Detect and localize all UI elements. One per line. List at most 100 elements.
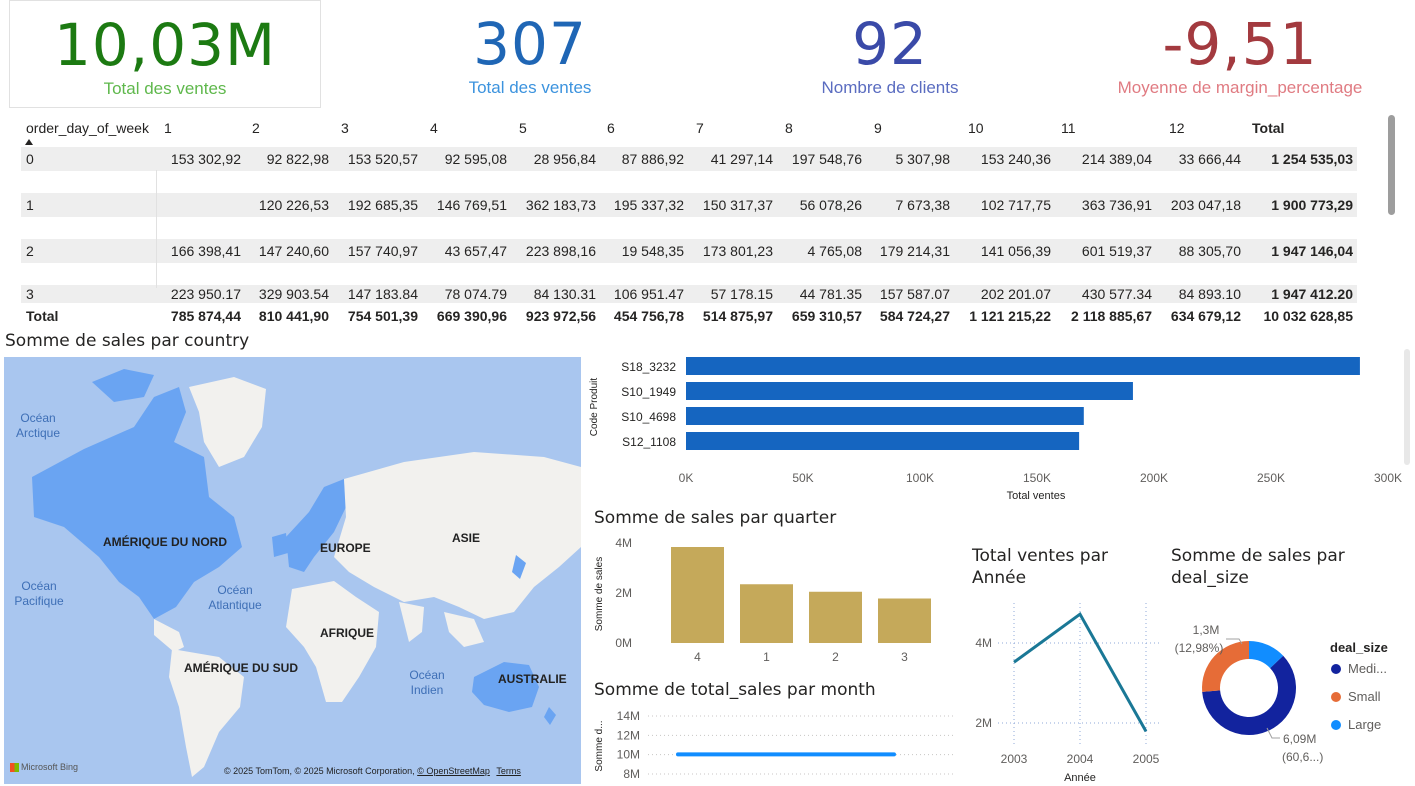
matrix-row[interactable]: 1 120 226,53 192 685,35 146 769,51 362 183,7…	[21, 193, 1357, 217]
matrix-cell: 120 226,53	[258, 197, 329, 213]
product-sales-bar-chart[interactable]: 0K 50K 100K 150K 200K 250K 300K S18_3232 S10_194…	[584, 345, 1410, 507]
matrix-cell: 88 305,70	[1178, 243, 1241, 259]
x-tick-label: 250K	[1257, 471, 1285, 485]
legend-marker[interactable]	[1331, 664, 1341, 674]
sales-matrix[interactable]: order_day_of_week 1 2 3 4 5 6 7 8 9 10 11 12 Total 0…	[21, 112, 1357, 330]
column-header-month-8[interactable]: 8	[785, 116, 793, 140]
label-asia: ASIE	[452, 531, 481, 545]
label-africa: AFRIQUE	[320, 626, 374, 640]
matrix-cell: 601 519,37	[1081, 243, 1152, 259]
bar-quarter-1[interactable]	[740, 584, 793, 643]
matrix-row[interactable]: 2 166 398,41 147 240,60 157 740,97 43 657,47…	[21, 239, 1357, 263]
australia-region[interactable]	[472, 662, 539, 712]
bar-S10_4698[interactable]	[686, 407, 1084, 425]
x-axis-title: Année	[1064, 772, 1096, 784]
month-sales-line-chart[interactable]: 8M 10M 12M 14M Somme d...	[584, 700, 964, 786]
year-sales-line-chart[interactable]: 2003 2004 2005 2M 4M Année	[964, 595, 1164, 786]
matrix-cell: 1 900 773,29	[1271, 197, 1353, 213]
kpi-label: Total des ventes	[468, 78, 592, 97]
matrix-row[interactable]: 0 153 302,92 92 822,98 153 520,57 92 595,08 2…	[21, 147, 1357, 171]
legend-marker[interactable]	[1331, 720, 1341, 730]
kpi-label: Moyenne de margin_percentage	[1117, 78, 1363, 97]
total-cell: 2 118 885,67	[1071, 308, 1152, 324]
bar-quarter-3[interactable]	[878, 598, 931, 644]
column-header-month-3[interactable]: 3	[341, 116, 349, 140]
matrix-cell: 363 736,91	[1081, 197, 1152, 213]
matrix-cell: 202 201.07	[980, 286, 1051, 302]
bar-chart-scrollbar[interactable]	[1404, 349, 1410, 465]
kpi-value: 307	[473, 10, 587, 78]
uk-region[interactable]	[272, 533, 288, 557]
column-header-month-6[interactable]: 6	[607, 116, 615, 140]
total-cell: 659 310,57	[791, 308, 862, 324]
y-tick-label: 8M	[623, 767, 640, 781]
matrix-row[interactable]: 3 223 950.17 329 903.54 147 183.84 78 074.79…	[21, 285, 1357, 303]
matrix-cell: 329 903.54	[258, 286, 329, 302]
matrix-cell: 44 781.35	[799, 286, 862, 302]
bing-logo[interactable]: Microsoft Bing	[10, 762, 78, 773]
deal-size-donut-chart[interactable]: 1,3M (12,98%) 6,09M (60,6...) deal_size Medi.…	[1164, 600, 1415, 786]
kpi-value: 10,03M	[53, 11, 277, 79]
kpi-card-total-orders[interactable]: 307 Total des ventes	[370, 0, 690, 106]
openstreetmap-link[interactable]: © OpenStreetMap	[417, 766, 490, 776]
kpi-card-margin[interactable]: -9,51 Moyenne de margin_percentage	[1080, 0, 1400, 106]
matrix-cell: 106 951.47	[613, 286, 684, 302]
x-tick-label: 0K	[679, 471, 694, 485]
kpi-value: 92	[852, 10, 928, 78]
label-australia: AUSTRALIE	[498, 672, 567, 686]
sort-ascending-icon[interactable]	[25, 139, 33, 145]
matrix-cell: 28 956,84	[533, 151, 596, 167]
sales-map[interactable]: AMÉRIQUE DU NORD EUROPE ASIE AFRIQUE AMÉ…	[4, 357, 581, 784]
legend-marker[interactable]	[1331, 692, 1341, 702]
y-tick-label: S10_4698	[621, 410, 676, 424]
kpi-card-customer-count[interactable]: 92 Nombre de clients	[730, 0, 1050, 106]
bar-S10_1949[interactable]	[686, 382, 1133, 400]
row-header[interactable]: 3	[26, 285, 34, 303]
total-cell: 584 724,27	[879, 308, 950, 324]
bar-S18_3232[interactable]	[686, 357, 1360, 375]
matrix-total-row: Total 785 874,44 810 441,90 754 501,39 669 3…	[21, 304, 1357, 328]
total-cell: 923 972,56	[525, 308, 596, 324]
new-zealand-region[interactable]	[544, 707, 556, 725]
data-label-value: 1,3M	[1193, 623, 1220, 637]
column-header-month-2[interactable]: 2	[252, 116, 260, 140]
corner-header-order-day-of-week[interactable]: order_day_of_week	[26, 116, 149, 140]
x-tick-label: 1	[763, 650, 770, 664]
matrix-cell: 92 822,98	[266, 151, 329, 167]
column-header-total[interactable]: Total	[1252, 116, 1284, 140]
column-header-month-1[interactable]: 1	[164, 116, 172, 140]
label-atlantic-ocean: Océan Atlantique	[208, 583, 262, 612]
bar-quarter-4[interactable]	[671, 547, 724, 643]
terms-link[interactable]: Terms	[496, 766, 521, 776]
column-header-month-10[interactable]: 10	[968, 116, 984, 140]
matrix-cell: 147 183.84	[347, 286, 418, 302]
bar-S12_1108[interactable]	[686, 432, 1080, 450]
matrix-cell: 150 317,37	[702, 197, 773, 213]
row-header-divider	[156, 170, 157, 288]
matrix-cell: 153 520,57	[347, 151, 418, 167]
x-axis-title: Total ventes	[1007, 490, 1066, 502]
row-header[interactable]: 1	[26, 193, 34, 217]
matrix-cell: 84 130.31	[533, 286, 596, 302]
kpi-card-total-sales[interactable]: 10,03M Total des ventes	[9, 0, 321, 108]
matrix-cell: 214 389,04	[1081, 151, 1152, 167]
x-tick-label: 200K	[1140, 471, 1168, 485]
column-header-month-4[interactable]: 4	[430, 116, 438, 140]
column-header-month-5[interactable]: 5	[519, 116, 527, 140]
row-header[interactable]: 2	[26, 239, 34, 263]
quarter-sales-bar-chart[interactable]: 0M 2M 4M 4 1 2 3 Somme de sales	[584, 530, 964, 670]
canada-arctic-region[interactable]	[92, 369, 154, 402]
kpi-value: -9,51	[1162, 10, 1318, 78]
india-region	[399, 602, 424, 642]
label-north-america: AMÉRIQUE DU NORD	[103, 535, 228, 549]
total-cell: 634 679,12	[1170, 308, 1241, 324]
column-header-month-9[interactable]: 9	[874, 116, 882, 140]
row-header[interactable]: 0	[26, 147, 34, 171]
matrix-scrollbar[interactable]	[1388, 115, 1395, 215]
label-arctic-ocean: Océan Arctique	[15, 411, 61, 440]
column-header-month-7[interactable]: 7	[696, 116, 704, 140]
data-label-value: 6,09M	[1283, 732, 1316, 746]
bar-quarter-2[interactable]	[809, 591, 862, 643]
column-header-month-11[interactable]: 11	[1061, 116, 1076, 140]
column-header-month-12[interactable]: 12	[1169, 116, 1185, 140]
